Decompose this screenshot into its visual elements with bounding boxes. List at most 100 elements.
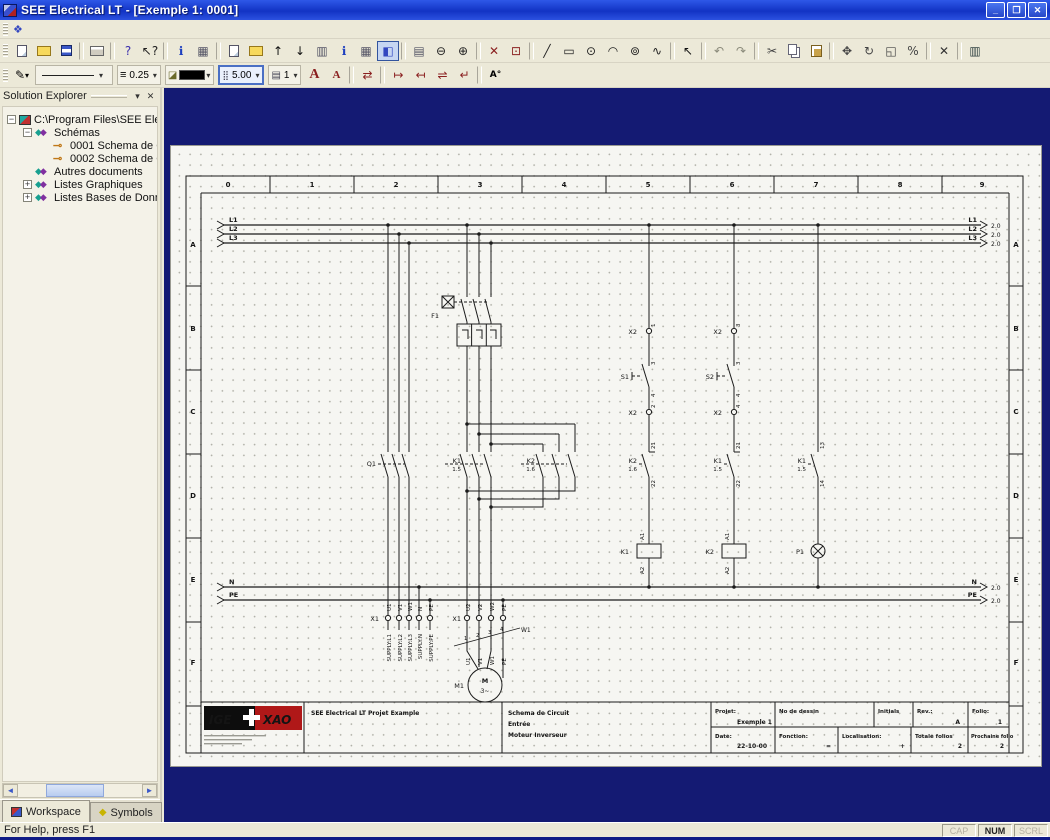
connection-corner-button[interactable]: ↵	[453, 65, 475, 85]
percent-button[interactable]: %	[902, 41, 924, 61]
tree-item-schemas[interactable]: − ◆◆ Schémas	[3, 126, 157, 139]
toolbar-grip[interactable]	[3, 44, 8, 57]
tile-pages-button[interactable]: ▦	[355, 41, 377, 61]
undo-button[interactable]: ↶	[708, 41, 730, 61]
delete-button[interactable]: ✕	[933, 41, 955, 61]
menu-file[interactable]	[28, 27, 42, 31]
open-button[interactable]	[33, 41, 55, 61]
terminal-x2-2-label: X2	[628, 409, 637, 417]
text-angle-icon: A°	[490, 71, 501, 80]
tree-item-folio-0001[interactable]: ⊸ 0001 Schema de C	[3, 139, 157, 152]
select-button[interactable]: ↖	[677, 41, 699, 61]
delete-zoom-button[interactable]: ✕	[483, 41, 505, 61]
line-style-select[interactable]: ▾	[35, 65, 113, 85]
cut-button[interactable]: ✂	[761, 41, 783, 61]
help-button[interactable]: ?	[117, 41, 139, 61]
schematic-sheet[interactable]: IGE XAO 0123456789ABCDEFABCDEFL1L2L3L12.…	[170, 145, 1042, 767]
navigator-button[interactable]: ◧	[377, 41, 399, 61]
expand-icon[interactable]: +	[23, 193, 32, 202]
panel-close-button[interactable]: ✕	[144, 90, 157, 103]
zoom-window-button[interactable]: ⊡	[505, 41, 527, 61]
scroll-right-icon[interactable]: ►	[142, 784, 157, 797]
menu-items	[28, 27, 140, 31]
tree-item-autres-documents[interactable]: ◆◆ Autres documents	[3, 165, 157, 178]
restore-button[interactable]: ❐	[1007, 2, 1026, 18]
tree-item-folio-0002[interactable]: ⊸ 0002 Schema de C	[3, 152, 157, 165]
tree-item-listes-graphiques[interactable]: + ◆◆ Listes Graphiques	[3, 178, 157, 191]
draw-circle-button[interactable]: ⊙	[580, 41, 602, 61]
connection-pair-button[interactable]: ⇌	[431, 65, 453, 85]
folder-diamonds-icon: ◆◆	[35, 127, 51, 138]
draw-rectangle-button[interactable]: ▭	[558, 41, 580, 61]
page-info-button[interactable]: ℹ	[333, 41, 355, 61]
rotate-button[interactable]: ↻	[858, 41, 880, 61]
menubar-grip[interactable]	[3, 23, 8, 36]
save-button[interactable]	[55, 41, 77, 61]
tab-workspace[interactable]: Workspace	[2, 800, 90, 822]
symbols-block-button[interactable]: ▥	[964, 41, 986, 61]
zoom-out-button[interactable]: ⊖	[430, 41, 452, 61]
terminal-x1-u2-pin: U2	[466, 603, 472, 611]
panel-menu-button[interactable]: ▾	[131, 90, 144, 103]
menu-edit[interactable]	[42, 27, 56, 31]
system-menu-icon[interactable]: ❖	[13, 23, 23, 36]
menu-help[interactable]	[126, 27, 140, 31]
menu-text[interactable]	[84, 27, 98, 31]
open-page-button[interactable]	[245, 41, 267, 61]
page-setup-button[interactable]: ▥	[311, 41, 333, 61]
menu-tools[interactable]	[98, 27, 112, 31]
new-page-button[interactable]	[223, 41, 245, 61]
zoom-in-button[interactable]: ⊕	[452, 41, 474, 61]
paste-button[interactable]	[805, 41, 827, 61]
wire-supply-pe-label: SUPPLY:PE	[429, 633, 435, 661]
sheet-properties-button[interactable]: ▦	[192, 41, 214, 61]
new-button[interactable]	[11, 41, 33, 61]
print-button[interactable]	[86, 41, 108, 61]
connection-swap-button[interactable]: ⇄	[356, 65, 378, 85]
panel-horizontal-scrollbar[interactable]: ◄ ►	[2, 783, 158, 798]
info-button[interactable]: ℹ	[170, 41, 192, 61]
button-s1-label: S1	[621, 373, 629, 381]
fill-color-select[interactable]: ◪ ▾	[165, 65, 214, 85]
grid-size-select[interactable]: ⣿ 5.00 ▾	[218, 65, 264, 85]
draw-arc-button[interactable]: ◠	[602, 41, 624, 61]
copy-button[interactable]	[783, 41, 805, 61]
draw-ellipse-button[interactable]: ⊚	[624, 41, 646, 61]
expand-icon[interactable]: +	[23, 180, 32, 189]
collapse-icon[interactable]: −	[23, 128, 32, 137]
move-button[interactable]: ✥	[836, 41, 858, 61]
minimize-button[interactable]: _	[986, 2, 1005, 18]
sheet-frame	[186, 176, 1023, 753]
next-page-button[interactable]: ↓	[289, 41, 311, 61]
previous-page-button[interactable]: ↑	[267, 41, 289, 61]
terminal-x2-2-pin: 2	[651, 405, 657, 409]
draw-curve-button[interactable]: ∿	[646, 41, 668, 61]
draw-line-button[interactable]: ╱	[536, 41, 558, 61]
text-small-button[interactable]: A	[325, 65, 347, 85]
scroll-left-icon[interactable]: ◄	[3, 784, 18, 797]
menu-view[interactable]	[56, 27, 70, 31]
tree-item-listes-bases[interactable]: + ◆◆ Listes Bases de Donnée	[3, 191, 157, 204]
pen-style-button[interactable]: ✎ ▾	[11, 65, 33, 85]
close-button[interactable]: ✕	[1028, 2, 1047, 18]
drawing-canvas[interactable]: IGE XAO 0123456789ABCDEFABCDEFL1L2L3L12.…	[164, 88, 1050, 822]
motor-m-symbol: M	[482, 677, 488, 685]
text-angle-button[interactable]: A°	[484, 65, 506, 85]
redo-button[interactable]: ↷	[730, 41, 752, 61]
menu-draw[interactable]	[70, 27, 84, 31]
tab-symbols[interactable]: ◆ Symbols	[90, 802, 162, 822]
scrollbar-thumb[interactable]	[46, 784, 104, 797]
tree-item-project-root[interactable]: − C:\Program Files\SEE Elect	[3, 113, 157, 126]
collapse-icon[interactable]: −	[7, 115, 16, 124]
layer-select[interactable]: ▤ 1 ▾	[268, 65, 301, 85]
scale-button[interactable]: ◱	[880, 41, 902, 61]
connection-left-button[interactable]: ↤	[409, 65, 431, 85]
text-large-button[interactable]: A	[303, 65, 325, 85]
line-thickness-select[interactable]: ≡ 0.25 ▾	[117, 65, 161, 85]
context-help-button[interactable]: ↖?	[139, 41, 161, 61]
save-page-button[interactable]: ▤	[408, 41, 430, 61]
titleblock-folio-label: Folio:	[972, 709, 989, 715]
connection-right-button[interactable]: ↦	[387, 65, 409, 85]
toolbar-grip-2[interactable]	[3, 69, 8, 82]
menu-window[interactable]	[112, 27, 126, 31]
